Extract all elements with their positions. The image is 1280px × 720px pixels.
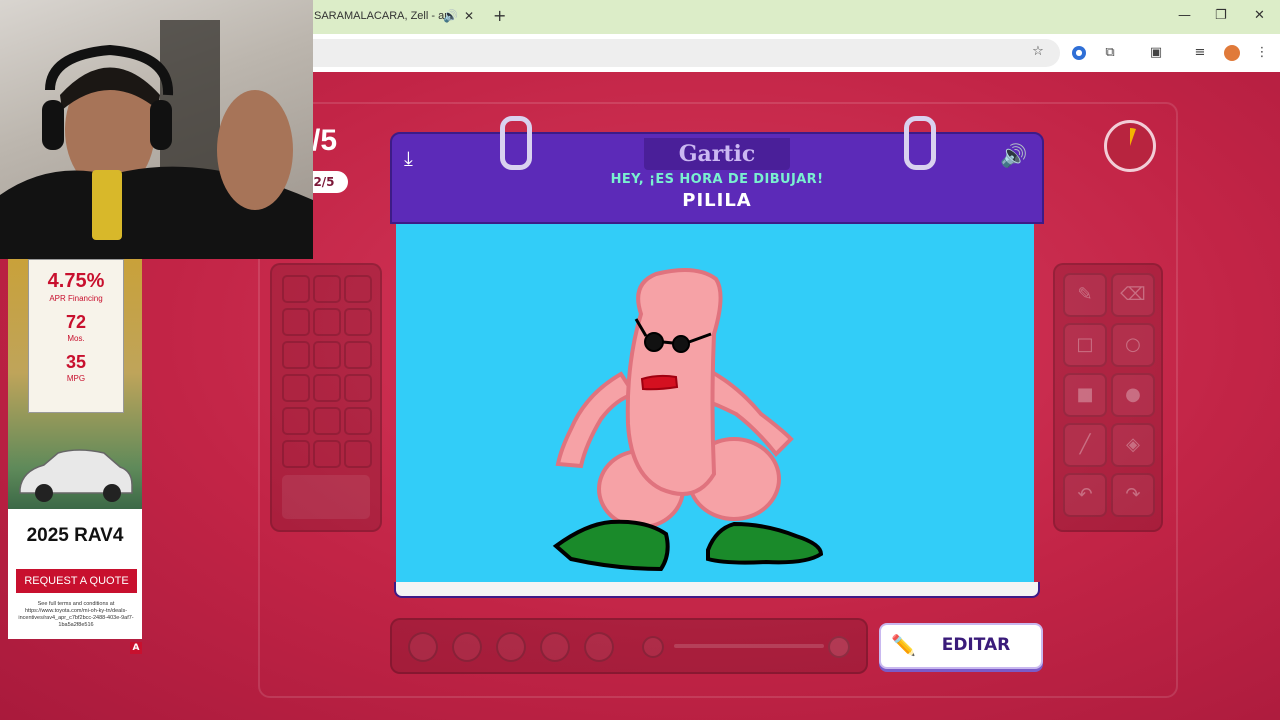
ad-fine-print: See full terms and conditions at https:/… bbox=[18, 601, 134, 628]
ad-months-sub: Mos. bbox=[67, 334, 85, 343]
ad-offer-card: 4.75% APR Financing 72 Mos. 35 MPG bbox=[28, 259, 124, 413]
adchoices-icon[interactable]: A bbox=[130, 642, 142, 654]
color-swatch[interactable] bbox=[313, 308, 341, 336]
pencil-tool-icon[interactable]: ✎ bbox=[1063, 273, 1107, 317]
drawing-canvas[interactable] bbox=[396, 224, 1034, 582]
eraser-tool-icon[interactable]: ⌫ bbox=[1111, 273, 1155, 317]
instruction-text: HEY, ¡ES HORA DE DIBUJAR! bbox=[610, 172, 824, 187]
timer bbox=[1104, 120, 1156, 172]
color-swatch[interactable] bbox=[313, 440, 341, 468]
color-swatch[interactable] bbox=[282, 341, 310, 369]
color-palette bbox=[270, 263, 382, 532]
color-swatch[interactable] bbox=[344, 341, 372, 369]
opacity-slider-handle[interactable] bbox=[828, 636, 850, 658]
brush-size-2[interactable] bbox=[452, 632, 482, 662]
drawing bbox=[552, 268, 824, 572]
speaker-icon[interactable]: 🔊 bbox=[443, 9, 458, 23]
brush-size-4[interactable] bbox=[540, 632, 570, 662]
brush-size-panel bbox=[390, 618, 868, 674]
menu-icon[interactable]: ⋮ bbox=[1254, 45, 1270, 61]
color-swatch[interactable] bbox=[313, 275, 341, 303]
color-swatch[interactable] bbox=[282, 440, 310, 468]
drawing-notebook: Gartic ⤓ 🔊 HEY, ¡ES HORA DE DIBUJAR! PIL… bbox=[390, 116, 1044, 602]
opacity-slider[interactable] bbox=[674, 644, 824, 648]
color-swatch[interactable] bbox=[344, 374, 372, 402]
color-swatch[interactable] bbox=[282, 308, 310, 336]
color-swatch[interactable] bbox=[344, 407, 372, 435]
restore-icon[interactable]: ❐ bbox=[1215, 8, 1227, 23]
brush-size-1[interactable] bbox=[408, 632, 438, 662]
color-swatch[interactable] bbox=[344, 308, 372, 336]
ad-months: 72 bbox=[65, 312, 87, 332]
ad-rate: 4.75% bbox=[47, 270, 105, 292]
extension-icon[interactable]: ● bbox=[1072, 46, 1086, 60]
profile-avatar[interactable] bbox=[1224, 45, 1240, 61]
color-swatch[interactable] bbox=[313, 407, 341, 435]
circle-outline-tool-icon[interactable]: ○ bbox=[1111, 323, 1155, 367]
edit-button[interactable]: ✏️ EDITAR bbox=[879, 623, 1043, 669]
ad-rate-sub: APR Financing bbox=[49, 294, 103, 303]
edit-button-label: EDITAR bbox=[941, 635, 1011, 655]
notebook-pages bbox=[394, 582, 1040, 598]
color-swatch[interactable] bbox=[282, 275, 310, 303]
request-quote-button[interactable]: REQUEST A QUOTE bbox=[16, 569, 137, 593]
selected-color-preview[interactable] bbox=[282, 475, 370, 519]
window-close-icon[interactable]: ✕ bbox=[1254, 8, 1265, 23]
brush-size-3[interactable] bbox=[496, 632, 526, 662]
ad-mpg: 35 bbox=[65, 352, 87, 372]
tool-panel: ✎ ⌫ □ ○ ■ ● ╱ ◈ ↶ ↷ bbox=[1053, 263, 1163, 532]
streamer-silhouette bbox=[0, 20, 313, 259]
address-bar[interactable]: ☆ bbox=[300, 39, 1060, 67]
volume-icon[interactable]: 🔊 bbox=[1000, 144, 1027, 169]
opacity-min-icon bbox=[642, 636, 664, 658]
gartic-logo: Gartic bbox=[644, 138, 790, 170]
close-icon[interactable]: ✕ bbox=[464, 9, 474, 23]
color-swatch[interactable] bbox=[282, 374, 310, 402]
timer-wedge bbox=[1130, 127, 1136, 146]
ad-mpg-sub: MPG bbox=[66, 374, 86, 383]
puzzle-icon[interactable]: ⧉ bbox=[1102, 45, 1118, 61]
plus-icon[interactable]: + bbox=[493, 6, 506, 25]
circle-fill-tool-icon[interactable]: ● bbox=[1111, 373, 1155, 417]
color-swatch[interactable] bbox=[313, 341, 341, 369]
tab-search-icon[interactable]: ▣ bbox=[1148, 45, 1164, 61]
binder-ring-left bbox=[500, 116, 532, 170]
car-image bbox=[19, 449, 133, 502]
color-swatch[interactable] bbox=[344, 440, 372, 468]
fill-bucket-tool-icon[interactable]: ◈ bbox=[1111, 423, 1155, 467]
star-icon[interactable]: ☆ bbox=[1030, 44, 1046, 60]
binder-ring-right bbox=[904, 116, 936, 170]
tab-title[interactable]: SARAMALACARA, Zell - au bbox=[314, 10, 450, 22]
media-control-icon[interactable]: ≡ bbox=[1192, 45, 1208, 61]
brush-size-5[interactable] bbox=[584, 632, 614, 662]
color-swatch[interactable] bbox=[282, 407, 310, 435]
rectangle-fill-tool-icon[interactable]: ■ bbox=[1063, 373, 1107, 417]
undo-icon[interactable]: ↶ bbox=[1063, 473, 1107, 517]
color-swatch[interactable] bbox=[344, 275, 372, 303]
line-tool-icon[interactable]: ╱ bbox=[1063, 423, 1107, 467]
webcam-overlay bbox=[0, 0, 313, 259]
download-icon[interactable]: ⤓ bbox=[404, 146, 430, 172]
ad-model: 2025 RAV4 bbox=[26, 525, 124, 546]
redo-icon[interactable]: ↷ bbox=[1111, 473, 1155, 517]
toyota-ad[interactable]: 4.75% APR Financing 72 Mos. 35 MPG 2025 … bbox=[8, 259, 142, 639]
color-swatch[interactable] bbox=[313, 374, 341, 402]
secret-word: PILILA bbox=[682, 190, 752, 211]
rectangle-outline-tool-icon[interactable]: □ bbox=[1063, 323, 1107, 367]
minimize-icon[interactable]: — bbox=[1178, 8, 1191, 23]
round-counter: /5 bbox=[312, 124, 338, 157]
notebook-header: Gartic ⤓ 🔊 HEY, ¡ES HORA DE DIBUJAR! PIL… bbox=[390, 132, 1044, 224]
